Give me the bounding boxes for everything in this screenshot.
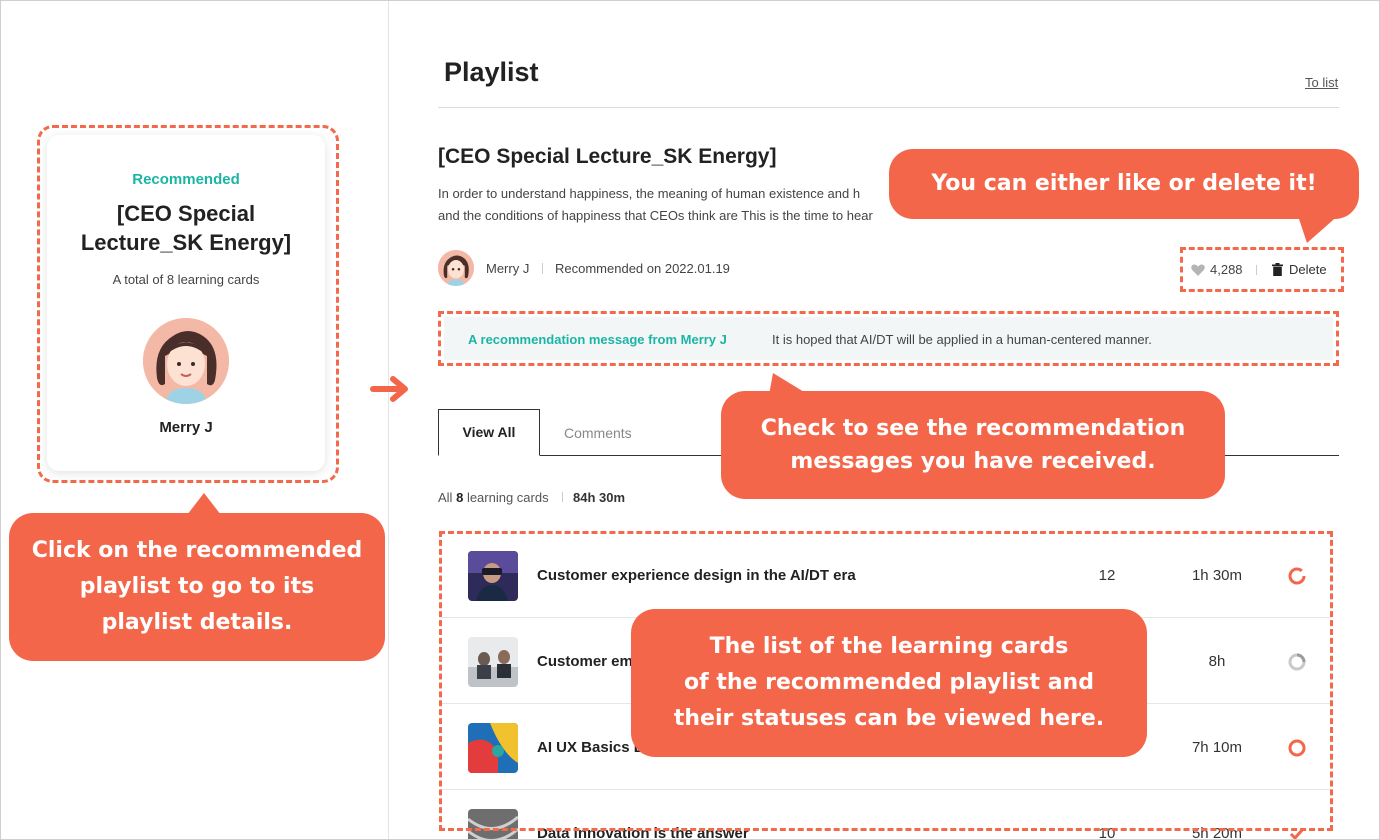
summary-total-time: 84h 30m: [573, 490, 626, 505]
callout-list-line1: The list of the learning cards: [709, 634, 1069, 659]
callout-list-line2: of the recommended playlist and: [684, 670, 1094, 695]
like-count: 4,288: [1210, 262, 1243, 277]
heart-icon: [1191, 264, 1205, 276]
callout-click-playlist: Click on the recommended playlist to go …: [9, 513, 385, 661]
page-title: Playlist: [444, 57, 539, 87]
author-name: Merry J: [486, 261, 530, 276]
tab-view-all[interactable]: View All: [438, 409, 540, 456]
callout-tail: [187, 493, 221, 515]
callout-list: The list of the learning cards of the re…: [631, 609, 1147, 757]
callout-click-line2: playlist to go to its: [79, 574, 315, 599]
author-avatar: [438, 250, 474, 286]
delete-label: Delete: [1289, 262, 1327, 277]
recommended-tag: Recommended: [132, 171, 240, 188]
callout-message: Check to see the recommendation messages…: [721, 391, 1225, 499]
screenshot-frame: Recommended [CEO Special Lecture_SK Ener…: [0, 0, 1380, 840]
recommended-card-title: [CEO Special Lecture_SK Energy]: [47, 199, 325, 257]
recommendation-message-text: It is hoped that AI/DT will be applied i…: [772, 332, 1152, 347]
like-button[interactable]: 4,288: [1191, 262, 1243, 277]
recommended-card-title-line2: Lecture_SK Energy]: [80, 230, 292, 255]
recommended-card-author: Merry J: [159, 419, 213, 436]
arrow-right-icon: [370, 376, 408, 402]
callout-message-line2: messages you have received.: [790, 449, 1156, 474]
summary-count: 8: [456, 490, 464, 505]
summary-prefix: All: [438, 490, 453, 505]
summary-suffix: learning cards: [466, 490, 549, 505]
to-list-link[interactable]: To list: [1305, 75, 1338, 90]
cards-summary: All 8 learning cards: [438, 490, 549, 505]
callout-like-delete: You can either like or delete it!: [889, 149, 1359, 219]
playlist-description: In order to understand happiness, the me…: [438, 183, 908, 227]
callout-message-line1: Check to see the recommendation: [760, 416, 1186, 441]
recommended-card-title-line1: [CEO Special: [116, 201, 256, 226]
recommended-card-count: A total of 8 learning cards: [112, 272, 260, 287]
callout-tail: [1297, 213, 1341, 243]
playlist-title: [CEO Special Lecture_SK Energy]: [438, 145, 777, 168]
recommended-date: Recommended on 2022.01.19: [555, 261, 730, 276]
recommendation-message-label: A recommendation message from Merry J: [468, 332, 727, 347]
recommended-playlist-card[interactable]: Recommended [CEO Special Lecture_SK Ener…: [47, 135, 325, 471]
summary-separator: [562, 492, 563, 502]
delete-button[interactable]: Delete: [1272, 262, 1327, 277]
avatar: [143, 318, 229, 404]
playlist-description-line1: In order to understand happiness, the me…: [438, 186, 861, 201]
meta-separator: [542, 263, 543, 274]
callout-click-line3: playlist details.: [101, 610, 293, 635]
callout-list-line3: their statuses can be viewed here.: [673, 706, 1105, 731]
callout-like-delete-text: You can either like or delete it!: [931, 171, 1317, 196]
panel-divider: [388, 1, 389, 839]
tab-comments[interactable]: Comments: [564, 425, 632, 441]
playlist-description-line2: and the conditions of happiness that CEO…: [438, 208, 873, 223]
trash-icon: [1272, 263, 1283, 276]
header-divider: [438, 107, 1339, 108]
actions-separator: [1256, 265, 1257, 275]
callout-click-line1: Click on the recommended: [31, 538, 363, 563]
